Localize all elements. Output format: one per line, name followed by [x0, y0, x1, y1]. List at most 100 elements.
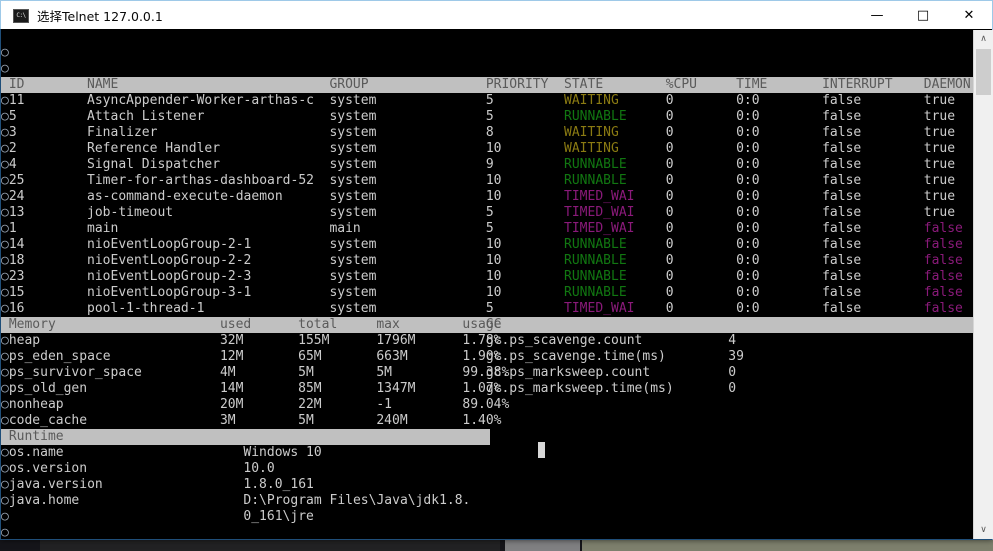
memory-total: 85M	[298, 381, 322, 396]
thread-name: Timer-for-arthas-dashboard-52	[87, 173, 314, 188]
thread-group: system	[329, 157, 377, 172]
thread-row: 2 Reference Handler system 10 WAITING 0 0:0 fal…	[1, 141, 973, 157]
thread-cpu: 0	[665, 269, 674, 284]
thread-time: 0:0	[736, 301, 760, 316]
thread-priority: 10	[485, 269, 502, 284]
thread-time: 0:0	[736, 189, 760, 204]
window-titlebar[interactable]: C:\ 选择Telnet 127.0.0.1 — □ ✕	[0, 0, 993, 30]
thread-id: 23	[8, 269, 25, 284]
maximize-button[interactable]: □	[900, 1, 946, 30]
thread-state: TIMED_WAI	[564, 205, 635, 220]
thread-time: 0:0	[736, 141, 760, 156]
scroll-down-icon[interactable]: ∨	[974, 521, 993, 539]
thread-table-header: ID NAME GROUP PRIORITY STATE %CPU TIME INTERRUP…	[1, 77, 973, 93]
memory-used: 32M	[219, 333, 244, 348]
thread-name: nioEventLoopGroup-2-3	[87, 269, 252, 284]
scrollbar-thumb[interactable]	[976, 49, 991, 95]
col-header-memory: Memory	[8, 317, 56, 332]
gc-value: 4	[728, 333, 737, 348]
thread-row: 3 Finalizer system 8 WAITING 0 0:0 false true	[1, 125, 973, 141]
thread-priority: 5	[485, 93, 494, 108]
thread-id: 13	[8, 205, 25, 220]
thread-interrupt: false	[822, 189, 862, 204]
runtime-row: 0_161\jre	[1, 509, 973, 525]
thread-time: 0:0	[736, 205, 760, 220]
thread-daemon: false	[923, 253, 963, 268]
thread-time: 0:0	[736, 173, 760, 188]
thread-daemon: true	[923, 93, 956, 108]
memory-name: ps_old_gen	[8, 381, 88, 396]
thread-time: 0:0	[736, 285, 760, 300]
memory-usage: 89.04%	[462, 397, 510, 412]
scrollbar-track[interactable]	[974, 48, 993, 521]
runtime-key: os.version	[8, 461, 88, 476]
gc-value: 0	[728, 365, 737, 380]
minimize-button[interactable]: —	[854, 1, 900, 30]
thread-time: 0:0	[736, 253, 760, 268]
thread-cpu: 0	[665, 285, 674, 300]
memory-used: 4M	[219, 365, 236, 380]
runtime-row: java.version 1.8.0_161	[1, 477, 973, 493]
thread-name: nioEventLoopGroup-3-1	[87, 285, 252, 300]
thread-state: WAITING	[564, 125, 619, 140]
thread-group: system	[329, 285, 377, 300]
thread-interrupt: false	[822, 205, 862, 220]
thread-group: system	[329, 173, 377, 188]
thread-state: WAITING	[564, 93, 619, 108]
thread-name: as-command-execute-daemon	[87, 189, 283, 204]
memory-max: 1796M	[376, 333, 416, 348]
memory-name: code_cache	[8, 413, 88, 428]
thread-interrupt: false	[822, 157, 862, 172]
thread-state: RUNNABLE	[564, 109, 627, 124]
memory-table-header: Memory used total max usage GC	[1, 317, 973, 333]
thread-row: 23 nioEventLoopGroup-2-3 system 10 RUNNABLE 0…	[1, 269, 973, 285]
col-header-interrupt: INTERRUPT	[822, 77, 893, 92]
thread-time: 0:0	[736, 237, 760, 252]
window-controls: — □ ✕	[854, 1, 992, 30]
col-header-group: GROUP	[329, 77, 369, 92]
col-header-cpu: %CPU	[665, 77, 697, 92]
thread-state: RUNNABLE	[564, 237, 627, 252]
thread-daemon: true	[923, 125, 956, 140]
vertical-scrollbar[interactable]: ∧ ∨	[973, 30, 993, 539]
text-caret	[538, 442, 545, 458]
memory-row: ps_survivor_space 4M 5M 5M 99.38% gc.ps_marks…	[1, 365, 973, 381]
memory-total: 5M	[298, 413, 314, 428]
runtime-row: os.version 10.0	[1, 461, 973, 477]
terminal-output[interactable]: ○ ○ ○ ○ ○ ○ ○ ○ ○ ○ ○ ○ ○ ○ ○ ○ ○ ○ ○ ○ …	[1, 29, 973, 538]
runtime-key: java.version	[8, 477, 103, 492]
thread-interrupt: false	[822, 269, 862, 284]
thread-row: 5 Attach Listener system 5 RUNNABLE 0 0:0 false…	[1, 109, 973, 125]
thread-time: 0:0	[736, 109, 760, 124]
telnet-console-window: C:\ 选择Telnet 127.0.0.1 — □ ✕ ○ ○ ○ ○ ○ ○…	[0, 0, 993, 540]
thread-state: RUNNABLE	[564, 253, 627, 268]
thread-name: AsyncAppender-Worker-arthas-c	[87, 93, 314, 108]
thread-cpu: 0	[665, 173, 674, 188]
memory-row: nonheap 20M 22M -1 89.04%	[1, 397, 973, 413]
thread-daemon: true	[923, 109, 956, 124]
window-title: 选择Telnet 127.0.0.1	[37, 9, 163, 24]
memory-used: 14M	[219, 381, 244, 396]
thread-name: pool-1-thread-1	[87, 301, 205, 316]
memory-total: 65M	[298, 349, 322, 364]
memory-used: 3M	[219, 413, 236, 428]
col-header-state: STATE	[564, 77, 604, 92]
thread-cpu: 0	[665, 221, 674, 236]
thread-row: 16 pool-1-thread-1 system 5 TIMED_WAI 0 0:0 fal…	[1, 301, 973, 317]
memory-max: 240M	[376, 413, 408, 428]
scroll-up-icon[interactable]: ∧	[974, 30, 993, 48]
close-button[interactable]: ✕	[946, 1, 992, 30]
thread-daemon: false	[923, 285, 963, 300]
memory-name: heap	[8, 333, 41, 348]
thread-interrupt: false	[822, 221, 862, 236]
thread-daemon: true	[923, 141, 956, 156]
thread-daemon: false	[923, 237, 963, 252]
thread-state: RUNNABLE	[564, 157, 627, 172]
thread-priority: 10	[485, 141, 502, 156]
gc-name: gc.ps_scavenge.time(ms)	[485, 349, 666, 364]
col-header-gc: GC	[485, 317, 502, 332]
thread-name: Signal Dispatcher	[87, 157, 221, 172]
thread-row: 25 Timer-for-arthas-dashboard-52 system 10 R…	[1, 173, 973, 189]
col-header-total: total	[298, 317, 338, 332]
thread-time: 0:0	[736, 157, 760, 172]
